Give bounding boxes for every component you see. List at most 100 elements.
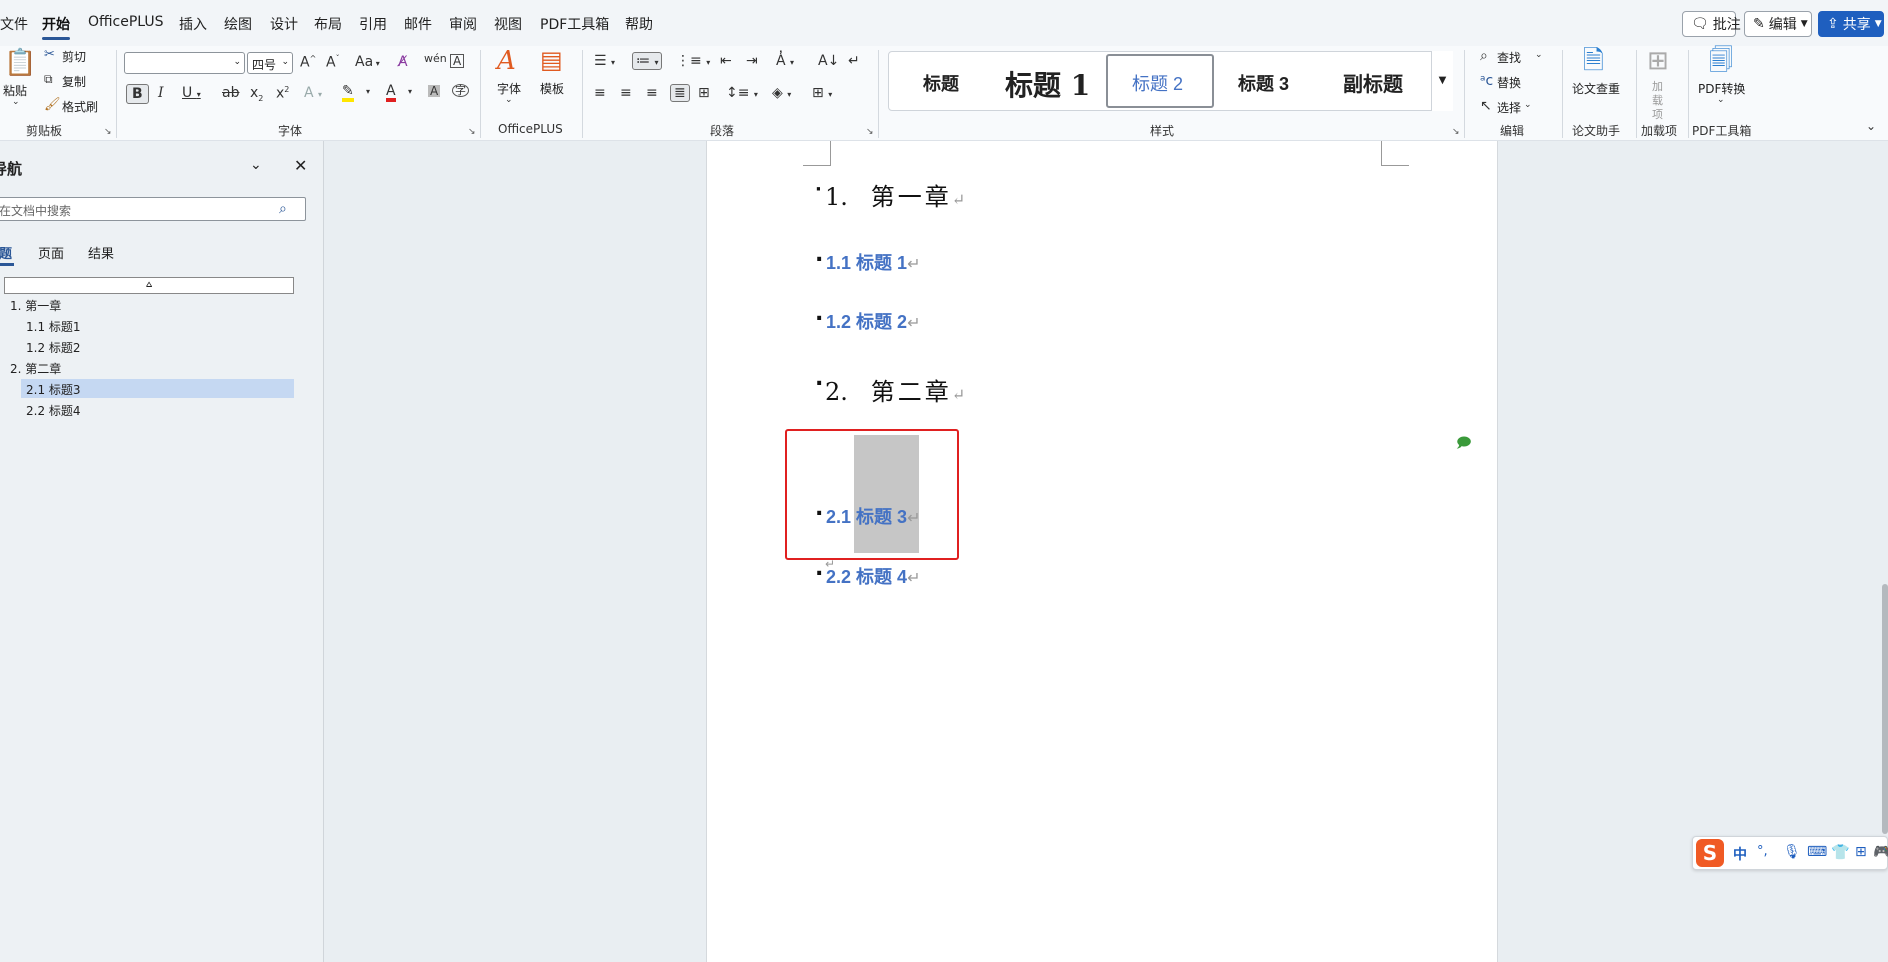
tab-help[interactable]: 帮助 xyxy=(625,14,653,34)
enclose-characters-icon[interactable]: 字 xyxy=(452,84,469,97)
edit-mode-button[interactable]: ✎ 编辑 ▼ xyxy=(1744,11,1812,37)
character-shading-icon[interactable]: A xyxy=(428,85,441,97)
heading-2-2-1[interactable]: 2.1 标题 3↵ xyxy=(826,503,920,529)
pdf-convert-icon[interactable]: 🗐 xyxy=(1709,48,1733,72)
chevron-down-icon[interactable]: ⌄ xyxy=(1524,101,1532,110)
document-page[interactable]: · 1. 第一章↵ . 1.1 标题 1↵ . 1.2 标题 2↵ . 2. 第… xyxy=(706,141,1498,962)
nav-tab-headings[interactable]: 标题 xyxy=(0,243,12,262)
nav-item-2-2[interactable]: 2.2 标题4 xyxy=(26,402,81,419)
shrink-font-icon[interactable]: Aˇ xyxy=(326,55,340,70)
chevron-down-icon[interactable]: ⌄ xyxy=(505,96,513,105)
tab-pdf-tools[interactable]: PDF工具箱 xyxy=(540,14,609,34)
phonetic-guide-icon[interactable]: wén xyxy=(424,53,447,64)
align-right-icon[interactable]: ≡ xyxy=(646,86,658,100)
copy-button[interactable]: 复制 xyxy=(62,73,86,90)
styles-more-icon[interactable]: ▼ xyxy=(1431,51,1453,111)
format-painter-button[interactable]: 格式刷 xyxy=(62,98,98,115)
keyboard-icon[interactable]: ⌨ xyxy=(1807,844,1827,860)
underline-button[interactable]: U ▾ xyxy=(182,86,201,100)
comment-button[interactable]: 🗨 批注 xyxy=(1682,11,1741,37)
nav-item-2-1[interactable]: 2.1 标题3 xyxy=(26,381,81,398)
dialog-launcher-icon[interactable]: ↘ xyxy=(866,127,874,137)
chevron-down-icon[interactable]: ⌄ xyxy=(250,157,262,173)
subscript-button[interactable]: x2 xyxy=(250,86,263,103)
text-effects-icon[interactable]: A ▾ xyxy=(304,86,322,100)
nav-item-1-2[interactable]: 1.2 标题2 xyxy=(26,339,81,356)
font-size-select[interactable]: 四号 ⌄ xyxy=(247,52,293,74)
chevron-down-icon[interactable]: ⌄ xyxy=(1717,96,1725,105)
increase-indent-icon[interactable]: ⇥ xyxy=(746,54,758,68)
addins-button[interactable]: 加载项 xyxy=(1652,80,1668,122)
heading-1-chapter2[interactable]: 2. 第二章↵ xyxy=(825,372,965,407)
addins-icon[interactable]: ⊞ xyxy=(1647,48,1669,74)
line-spacing-icon[interactable]: ↕≡ ▾ xyxy=(726,86,758,100)
tab-insert[interactable]: 插入 xyxy=(179,14,207,34)
bold-button[interactable]: B xyxy=(126,84,149,104)
templates-button[interactable]: 模板 xyxy=(540,80,564,97)
paste-icon[interactable]: 📋 xyxy=(4,50,36,76)
tab-mailings[interactable]: 邮件 xyxy=(404,14,432,34)
shading-icon[interactable]: ◈ ▾ xyxy=(772,86,791,100)
style-title[interactable]: 标题 xyxy=(923,70,959,96)
officeplus-fonts-icon[interactable]: A xyxy=(497,48,516,74)
chinese-layout-icon[interactable]: A̓ ▾ xyxy=(776,54,794,68)
chevron-down-icon[interactable]: ▾ xyxy=(408,88,412,96)
chevron-down-icon[interactable]: ▾ xyxy=(366,88,370,96)
search-icon[interactable]: ⌕ xyxy=(279,201,287,217)
style-heading-1[interactable]: 标题 1 xyxy=(1005,64,1090,104)
style-heading-3[interactable]: 标题 3 xyxy=(1238,70,1289,96)
nav-tab-pages[interactable]: 页面 xyxy=(38,243,64,262)
tab-home[interactable]: 开始 xyxy=(42,14,70,40)
nav-item-chapter1[interactable]: 1. 第一章 xyxy=(10,297,61,314)
collapse-ribbon-icon[interactable]: ⌄ xyxy=(1866,120,1876,132)
templates-icon[interactable]: ▤ xyxy=(540,48,563,72)
dialog-launcher-icon[interactable]: ↘ xyxy=(104,127,112,137)
italic-button[interactable]: I xyxy=(158,86,164,100)
skin-icon[interactable]: 👕 xyxy=(1831,843,1850,861)
heading-1-chapter1[interactable]: 1. 第一章↵ xyxy=(825,177,965,212)
font-name-select[interactable]: ⌄ xyxy=(124,52,245,74)
style-subtitle[interactable]: 副标题 xyxy=(1343,68,1403,97)
style-heading-2[interactable]: 标题 2 xyxy=(1132,70,1183,96)
bullets-icon[interactable]: ☰ ▾ xyxy=(594,54,615,68)
find-button[interactable]: 查找 xyxy=(1497,49,1521,66)
close-icon[interactable]: ✕ xyxy=(294,156,307,175)
borders-icon[interactable]: ⊞ ▾ xyxy=(812,86,832,100)
microphone-icon[interactable]: 🎙 xyxy=(1783,844,1801,860)
vertical-scrollbar-thumb[interactable] xyxy=(1882,584,1888,834)
nav-item-1-1[interactable]: 1.1 标题1 xyxy=(26,318,81,335)
tab-layout[interactable]: 布局 xyxy=(314,14,342,34)
font-color-icon[interactable]: A xyxy=(386,84,396,102)
paper-check-icon[interactable]: 🗎 xyxy=(1583,48,1604,74)
justify-icon[interactable]: ≣ xyxy=(670,84,690,102)
collapse-all-button[interactable]: ⩟ xyxy=(4,277,294,294)
select-button[interactable]: 选择 xyxy=(1497,99,1521,116)
tab-design[interactable]: 设计 xyxy=(270,14,298,34)
superscript-button[interactable]: x2 xyxy=(276,86,289,101)
comment-marker-icon[interactable]: 🗩 xyxy=(1456,432,1472,456)
heading-2-1-2[interactable]: 1.2 标题 2↵ xyxy=(826,308,920,334)
tab-references[interactable]: 引用 xyxy=(359,14,387,34)
ime-punctuation[interactable]: °, xyxy=(1757,844,1768,859)
strikethrough-button[interactable]: ab xyxy=(222,86,239,100)
align-center-icon[interactable]: ≡ xyxy=(620,86,632,100)
chevron-down-icon[interactable]: ⌄ xyxy=(12,98,20,107)
decrease-indent-icon[interactable]: ⇤ xyxy=(720,54,732,68)
heading-2-2-2[interactable]: 2.2 标题 4↵ xyxy=(826,563,920,589)
tab-draw[interactable]: 绘图 xyxy=(224,14,252,34)
tab-view[interactable]: 视图 xyxy=(494,14,522,34)
nav-tab-results[interactable]: 结果 xyxy=(88,243,114,262)
multilevel-list-icon[interactable]: ⋮≡ ▾ xyxy=(676,54,710,68)
show-marks-icon[interactable]: ↵ xyxy=(848,54,860,68)
clear-formatting-icon[interactable]: A̸ xyxy=(398,55,408,69)
grow-font-icon[interactable]: A^ xyxy=(300,55,316,70)
nav-search-input[interactable]: 在文档中搜索 ⌕ xyxy=(0,197,306,221)
ime-language[interactable]: 中 xyxy=(1733,844,1747,864)
tab-officeplus[interactable]: OfficePLUS xyxy=(88,14,164,30)
sort-icon[interactable]: A↓ xyxy=(818,54,839,68)
paper-check-button[interactable]: 论文查重 xyxy=(1572,80,1620,97)
chevron-down-icon[interactable]: ⌄ xyxy=(1535,51,1543,60)
align-left-icon[interactable]: ≡ xyxy=(594,86,606,100)
change-case-button[interactable]: Aa ▾ xyxy=(355,55,380,69)
tab-file[interactable]: 文件 xyxy=(0,14,28,34)
